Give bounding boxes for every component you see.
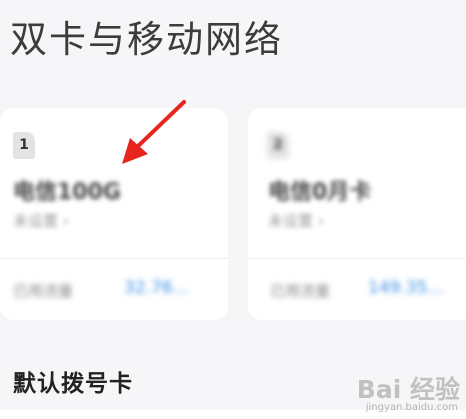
sim-card-name: 电信100G	[13, 180, 121, 205]
baidu-jingyan-watermark: Bai 经验 jingyan.baidu.com	[342, 364, 460, 416]
data-usage-value: 32.76...	[124, 278, 189, 298]
sim-card-status[interactable]: 未设置 ›	[268, 210, 324, 231]
sim-card-name: 电信0月卡	[268, 180, 372, 205]
default-call-sim-heading: 默认拨号卡	[13, 371, 133, 397]
sim-slot-icon: 2	[267, 132, 289, 159]
card-divider	[0, 258, 228, 259]
card-divider	[248, 258, 466, 259]
sim-card-status[interactable]: 未设置 ›	[13, 210, 69, 231]
watermark-brand: Bai 经验	[356, 375, 460, 404]
dual-sim-settings-page: 双卡与移动网络 1 电信100G 未设置 › 已用流量 32.76... 2 电…	[0, 0, 466, 419]
sim-card-2[interactable]: 2 电信0月卡 未设置 › 已用流量 149.35...	[248, 108, 466, 320]
data-usage-label: 已用流量	[13, 282, 74, 300]
page-title: 双卡与移动网络	[10, 18, 283, 61]
watermark-url: jingyan.baidu.com	[365, 402, 458, 413]
sim-slot-icon: 1	[13, 132, 35, 159]
red-arrow-annotation-icon	[122, 100, 186, 164]
data-usage-value: 149.35...	[368, 278, 444, 298]
data-usage-label: 已用流量	[270, 282, 331, 300]
